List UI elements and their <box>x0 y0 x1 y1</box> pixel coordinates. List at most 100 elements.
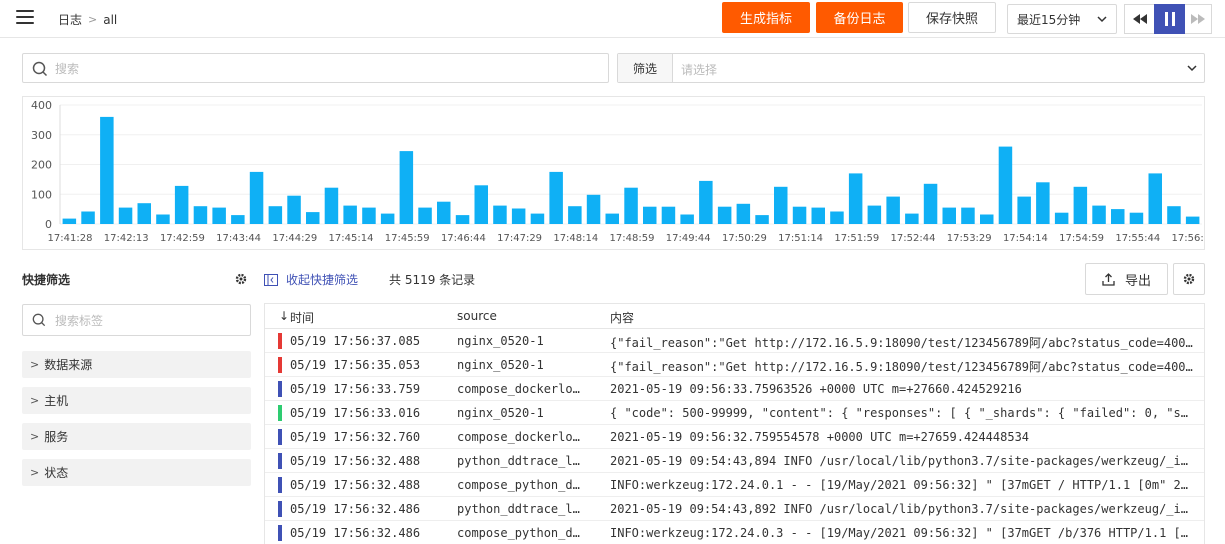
histogram-bar[interactable] <box>998 146 1013 224</box>
histogram-bar[interactable] <box>343 205 357 224</box>
histogram-bar[interactable] <box>961 207 975 224</box>
histogram-bar[interactable] <box>643 206 657 224</box>
histogram-bar[interactable] <box>1129 212 1144 224</box>
histogram-bar[interactable] <box>1073 186 1088 224</box>
histogram-bar[interactable] <box>511 208 526 225</box>
filter-group-host[interactable]: > 主机 <box>22 387 251 414</box>
table-row[interactable]: 05/19 17:56:33.759 compose_dockerlog_ngin… <box>265 377 1204 401</box>
histogram-bar[interactable] <box>399 151 414 224</box>
histogram-bar[interactable] <box>1111 209 1125 224</box>
histogram-bar[interactable] <box>549 171 563 224</box>
histogram-bar[interactable] <box>736 203 751 224</box>
save-snapshot-button[interactable]: 保存快照 <box>908 2 996 33</box>
histogram-bar[interactable] <box>942 207 957 224</box>
histogram-bar[interactable] <box>811 207 826 224</box>
histogram-bar[interactable] <box>923 183 938 224</box>
collapse-quick-filter-link[interactable]: 收起快捷筛选 <box>264 271 358 288</box>
filter-group-data-source[interactable]: > 数据来源 <box>22 351 251 378</box>
table-row[interactable]: 05/19 17:56:37.085 nginx_0520-1 {"fail_rea… <box>265 329 1204 353</box>
histogram-bar[interactable] <box>1017 196 1031 224</box>
table-row[interactable]: 05/19 17:56:35.053 nginx_0520-1 {"fail_rea… <box>265 353 1204 377</box>
histogram-bar[interactable] <box>755 215 769 224</box>
table-row[interactable]: 05/19 17:56:32.486 compose_python_demo INF… <box>265 521 1204 544</box>
histogram-bar[interactable] <box>830 211 844 225</box>
row-content: INFO:werkzeug:172.24.0.3 - - [19/May/202… <box>610 526 1194 540</box>
column-header-source[interactable]: source <box>457 309 497 323</box>
histogram-bar[interactable] <box>474 185 489 224</box>
histogram-bar[interactable] <box>193 206 208 224</box>
histogram-bar[interactable] <box>1148 173 1163 224</box>
histogram-bar[interactable] <box>212 207 226 224</box>
export-button[interactable]: 导出 <box>1085 263 1168 295</box>
table-row[interactable]: 05/19 17:56:32.488 python_ddtrace_log 2021… <box>265 449 1204 473</box>
histogram-bar[interactable] <box>680 214 694 225</box>
table-row[interactable]: 05/19 17:56:32.488 compose_python_demo INF… <box>265 473 1204 497</box>
histogram-bar[interactable] <box>174 185 189 224</box>
column-header-content[interactable]: 内容 <box>610 309 634 326</box>
menu-icon[interactable] <box>16 10 34 26</box>
histogram-bar[interactable] <box>774 186 788 224</box>
search-input[interactable]: 搜索 <box>22 53 609 83</box>
histogram-bar[interactable] <box>380 213 395 224</box>
sort-desc-icon[interactable]: ↓ <box>279 309 289 323</box>
histogram-bar[interactable] <box>268 206 283 224</box>
time-range-select[interactable]: 最近15分钟 <box>1007 4 1117 34</box>
pause-button[interactable] <box>1154 4 1185 34</box>
filter-select[interactable]: 筛选 请选择 <box>617 53 1205 83</box>
histogram-bar[interactable] <box>118 207 133 224</box>
histogram-bar[interactable] <box>62 218 77 224</box>
histogram-bar[interactable] <box>1185 216 1200 224</box>
histogram-bar[interactable] <box>792 206 807 224</box>
histogram-bar[interactable] <box>867 205 882 224</box>
histogram-bar[interactable] <box>886 196 900 224</box>
column-header-time[interactable]: 时间 <box>290 309 314 326</box>
generate-metric-button[interactable]: 生成指标 <box>722 2 810 33</box>
histogram-bar[interactable] <box>661 206 676 224</box>
y-tick-label: 200 <box>31 159 52 172</box>
histogram-bar[interactable] <box>699 180 713 224</box>
histogram-bar[interactable] <box>1167 206 1181 224</box>
histogram-bar[interactable] <box>568 206 582 224</box>
fast-forward-button[interactable] <box>1185 4 1212 34</box>
histogram-bar[interactable] <box>1054 212 1069 224</box>
histogram-bar[interactable] <box>362 207 376 224</box>
histogram-bar[interactable] <box>249 171 264 224</box>
table-row[interactable]: 05/19 17:56:32.486 python_ddtrace_log 2021… <box>265 497 1204 521</box>
x-tick-label: 17:50:29 <box>722 233 767 244</box>
histogram-bar[interactable] <box>156 214 170 225</box>
histogram-bar[interactable] <box>493 205 507 224</box>
quick-filter-title: 快捷筛选 <box>22 273 71 287</box>
histogram-bar[interactable] <box>137 203 152 224</box>
histogram-bar[interactable] <box>624 187 638 224</box>
histogram-bar[interactable] <box>1036 182 1050 224</box>
gear-icon[interactable] <box>235 273 247 285</box>
table-settings-button[interactable] <box>1173 263 1205 295</box>
histogram-bar[interactable] <box>905 213 919 224</box>
histogram-bar[interactable] <box>418 207 432 224</box>
table-row[interactable]: 05/19 17:56:32.760 compose_dockerlog_ngin… <box>265 425 1204 449</box>
histogram-bar[interactable] <box>306 212 320 224</box>
backup-log-button[interactable]: 备份日志 <box>816 2 903 33</box>
histogram-bar[interactable] <box>1092 205 1106 224</box>
histogram-bar[interactable] <box>437 201 451 224</box>
tag-search-input[interactable]: 搜索标签 <box>22 304 251 336</box>
filter-group-status[interactable]: > 状态 <box>22 459 251 486</box>
histogram-bar[interactable] <box>530 213 545 224</box>
filter-group-service[interactable]: > 服务 <box>22 423 251 450</box>
row-content: 2021-05-19 09:54:43,892 INFO /usr/local/… <box>610 502 1194 516</box>
x-tick-label: 17:45:59 <box>385 233 430 244</box>
histogram-bar[interactable] <box>848 173 863 224</box>
rewind-button[interactable] <box>1124 4 1155 34</box>
histogram-bar[interactable] <box>980 214 994 225</box>
histogram-bar[interactable] <box>586 194 601 224</box>
histogram-bar[interactable] <box>100 116 114 224</box>
histogram-bar[interactable] <box>231 215 245 224</box>
breadcrumb-item-logs[interactable]: 日志 <box>58 11 82 28</box>
histogram-bar[interactable] <box>717 206 732 224</box>
histogram-bar[interactable] <box>324 187 339 224</box>
histogram-bar[interactable] <box>455 215 470 224</box>
histogram-bar[interactable] <box>287 195 301 224</box>
histogram-bar[interactable] <box>605 213 620 224</box>
table-row[interactable]: 05/19 17:56:33.016 nginx_0520-1 { "code": … <box>265 401 1204 425</box>
histogram-bar[interactable] <box>81 211 95 225</box>
